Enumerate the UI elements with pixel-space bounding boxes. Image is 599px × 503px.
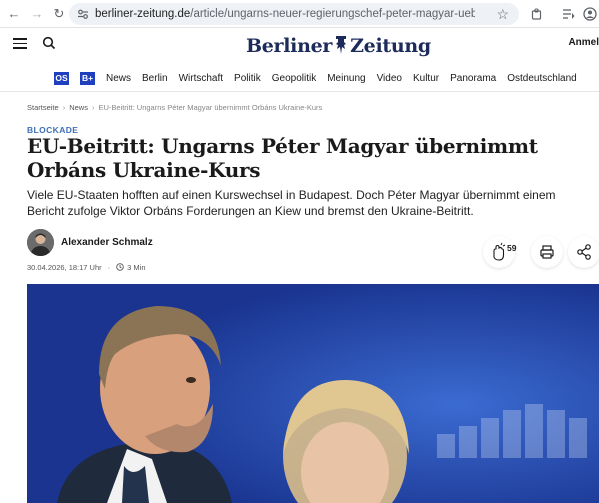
site-logo[interactable]: Berliner Zeitung: [246, 34, 431, 60]
logo-text-left: Berliner: [246, 35, 333, 57]
article-meta: 30.04.2026, 18:17 Uhr · 3 Min: [27, 263, 146, 272]
read-time: 3 Min: [127, 263, 146, 272]
breadcrumb-section[interactable]: News: [69, 103, 88, 112]
nav-item-video[interactable]: Video: [377, 73, 402, 84]
login-link[interactable]: Anmel: [568, 37, 599, 48]
nav-item-kultur[interactable]: Kultur: [413, 73, 439, 84]
breadcrumb-home[interactable]: Startseite: [27, 103, 59, 112]
article-headline: EU-Beitritt: Ungarns Péter Magyar überni…: [27, 134, 538, 182]
article-lead: Viele EU-Staaten hofften auf einen Kursw…: [27, 188, 556, 218]
print-button[interactable]: [531, 236, 563, 268]
site-settings-icon[interactable]: [77, 8, 89, 20]
url-host: berliner-zeitung.de: [95, 8, 191, 20]
nav-item-news[interactable]: News: [106, 73, 131, 84]
clock-icon: [116, 263, 124, 271]
browser-toolbar: ← → ↻ berliner-zeitung.de/article/ungarn…: [0, 0, 599, 28]
site-header: Berliner Zeitung Anmel: [0, 28, 599, 66]
menu-icon[interactable]: [13, 38, 27, 49]
hero-image[interactable]: [27, 284, 599, 503]
media-queue-icon[interactable]: [559, 5, 577, 23]
url-text[interactable]: berliner-zeitung.de/article/ungarns-neue…: [95, 7, 475, 21]
author-avatar[interactable]: [27, 229, 54, 256]
print-icon: [540, 245, 554, 259]
author-name[interactable]: Alexander Schmalz: [61, 237, 153, 248]
nav-item-meinung[interactable]: Meinung: [327, 73, 365, 84]
back-icon[interactable]: ←: [6, 6, 22, 22]
search-icon[interactable]: [42, 36, 56, 50]
logo-text-right: Zeitung: [350, 35, 431, 57]
nav-item-politik[interactable]: Politik: [234, 73, 261, 84]
bear-crest-icon: [336, 36, 347, 54]
breadcrumb: Startseite › News › EU-Beitritt: Ungarns Pét…: [27, 103, 322, 112]
share-button[interactable]: [568, 236, 599, 268]
nav-item-wirtschaft[interactable]: Wirtschaft: [179, 73, 223, 84]
nav-badge-os[interactable]: OS: [54, 72, 69, 85]
reload-icon[interactable]: ↻: [51, 6, 67, 22]
section-nav: OS B+ News Berlin Wirtschaft Politik Geo…: [0, 66, 599, 92]
forward-icon[interactable]: →: [29, 6, 45, 22]
nav-item-geopolitik[interactable]: Geopolitik: [272, 73, 316, 84]
meta-separator: ·: [107, 263, 111, 272]
breadcrumb-separator-icon: ›: [91, 103, 95, 112]
extensions-icon[interactable]: [528, 5, 546, 23]
article-date: 30.04.2026, 18:17 Uhr: [27, 263, 102, 272]
clap-count: 59: [507, 243, 517, 253]
share-icon: [577, 244, 591, 260]
nav-items: OS B+ News Berlin Wirtschaft Politik Geo…: [54, 72, 588, 85]
nav-item-ostdeutschland[interactable]: Ostdeutschland: [507, 73, 577, 84]
breadcrumb-current: EU-Beitritt: Ungarns Péter Magyar überni…: [98, 103, 323, 112]
address-bar[interactable]: berliner-zeitung.de/article/ungarns-neue…: [69, 3, 519, 25]
hero-photo: [27, 284, 599, 503]
url-path: /article/ungarns-neuer-regierungschef-pe…: [190, 8, 475, 20]
nav-badge-bplus[interactable]: B+: [80, 72, 95, 85]
breadcrumb-separator-icon: ›: [62, 103, 66, 112]
nav-item-berlin[interactable]: Berlin: [142, 73, 168, 84]
profile-icon[interactable]: [581, 5, 599, 23]
bookmark-star-icon[interactable]: ☆: [496, 6, 509, 23]
nav-item-panorama[interactable]: Panorama: [450, 73, 496, 84]
